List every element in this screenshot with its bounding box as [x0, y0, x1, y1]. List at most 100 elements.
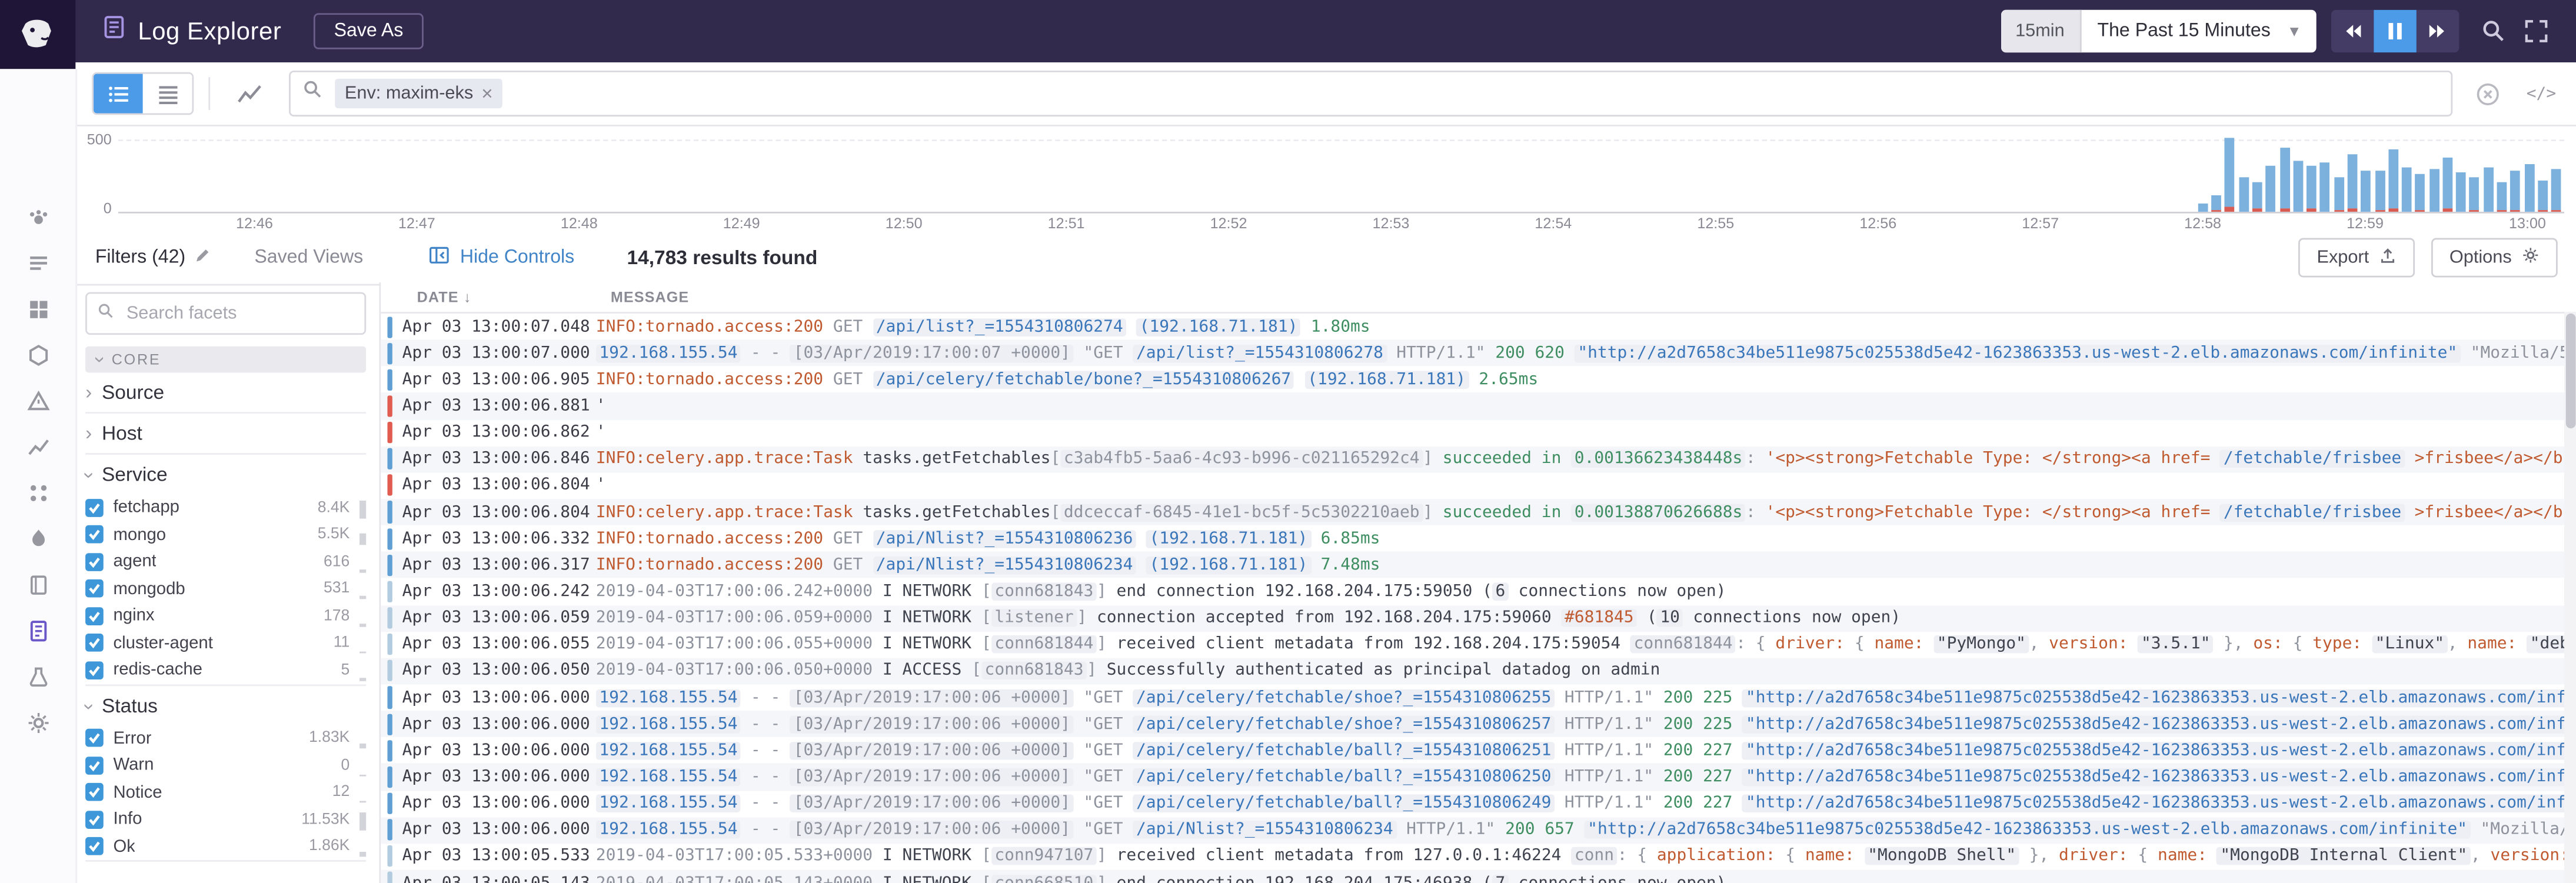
log-row[interactable]: Apr 03 13:00:06.862': [381, 419, 2576, 446]
nav-metrics-icon[interactable]: [0, 424, 75, 469]
log-row[interactable]: Apr 03 13:00:06.804': [381, 472, 2576, 499]
histogram-bar[interactable]: [2415, 174, 2425, 212]
histogram-bar[interactable]: [2388, 149, 2398, 212]
histogram-bar[interactable]: [2211, 195, 2221, 212]
facet-section-host[interactable]: ›Host: [85, 414, 366, 453]
log-row[interactable]: Apr 03 13:00:07.000192.168.155.54 - - [0…: [381, 340, 2576, 366]
nav-logs-icon[interactable]: [0, 607, 75, 653]
facet-section-service[interactable]: ›Service: [85, 455, 366, 494]
histogram-bar[interactable]: [2225, 138, 2235, 212]
histogram-bar[interactable]: [2307, 165, 2317, 212]
log-volume-chart[interactable]: 500 0 12:4612:4712:4812:4912:5012:5112:5…: [75, 126, 2576, 232]
datadog-logo-icon[interactable]: [0, 0, 75, 69]
facet-item-fetchapp[interactable]: fetchapp8.4K: [85, 494, 366, 521]
facet-item-cluster-agent[interactable]: cluster-agent11: [85, 629, 366, 657]
histogram-bar[interactable]: [2375, 171, 2385, 212]
histogram-bar[interactable]: [2402, 167, 2412, 212]
facet-item-mongodb[interactable]: mongodb531: [85, 575, 366, 602]
histogram-bar[interactable]: [2347, 154, 2357, 212]
histogram-bar[interactable]: [2456, 173, 2466, 212]
histogram-bar[interactable]: [2198, 203, 2208, 212]
log-row[interactable]: Apr 03 13:00:06.000192.168.155.54 - - [0…: [381, 684, 2576, 711]
column-header-message[interactable]: MESSAGE: [611, 289, 2576, 305]
histogram-bar[interactable]: [2361, 170, 2371, 212]
checkbox-checked[interactable]: [85, 756, 104, 774]
facet-item-nginx[interactable]: nginx178: [85, 602, 366, 629]
graph-view-button[interactable]: [225, 74, 274, 114]
code-view-icon[interactable]: </>: [2521, 74, 2561, 114]
pause-live-button[interactable]: [2374, 10, 2417, 53]
histogram-bar[interactable]: [2442, 158, 2452, 212]
histogram-bar[interactable]: [2320, 163, 2330, 212]
facet-section-source[interactable]: ›Source: [85, 372, 366, 412]
log-row[interactable]: Apr 03 13:00:07.048INFO:tornado.access:2…: [381, 314, 2576, 340]
fullscreen-icon[interactable]: [2515, 10, 2558, 53]
log-row[interactable]: Apr 03 13:00:06.905INFO:tornado.access:2…: [381, 366, 2576, 393]
log-row[interactable]: Apr 03 13:00:06.881': [381, 393, 2576, 419]
checkbox-checked[interactable]: [85, 553, 104, 571]
histogram-bar[interactable]: [2334, 176, 2344, 212]
log-row[interactable]: Apr 03 13:00:05.1432019-04-03T17:00:05.1…: [381, 870, 2576, 883]
nav-dashboards-icon[interactable]: [0, 285, 75, 331]
log-row[interactable]: Apr 03 13:00:06.000192.168.155.54 - - [0…: [381, 764, 2576, 790]
table-scrollbar[interactable]: [2564, 312, 2576, 883]
facet-item-redis-cache[interactable]: redis-cache5: [85, 657, 366, 684]
histogram-bar[interactable]: [2511, 171, 2521, 212]
scrollbar-thumb[interactable]: [2566, 314, 2576, 428]
checkbox-checked[interactable]: [85, 811, 104, 829]
options-button[interactable]: Options: [2431, 238, 2558, 278]
facet-item-mongo[interactable]: mongo5.5K: [85, 521, 366, 548]
log-row[interactable]: Apr 03 13:00:06.0592019-04-03T17:00:06.0…: [381, 605, 2576, 631]
histogram-bar[interactable]: [2239, 177, 2249, 212]
log-row[interactable]: Apr 03 13:00:06.0502019-04-03T17:00:06.0…: [381, 658, 2576, 684]
remove-tag-icon[interactable]: ×: [481, 82, 493, 105]
histogram-bar[interactable]: [2279, 148, 2289, 212]
nav-watchdog-icon[interactable]: [0, 194, 75, 239]
nav-infrastructure-icon[interactable]: [0, 332, 75, 378]
nav-apm-icon[interactable]: [0, 515, 75, 561]
checkbox-checked[interactable]: [85, 838, 104, 856]
nav-notebooks-icon[interactable]: [0, 561, 75, 607]
facet-item-agent[interactable]: agent616: [85, 548, 366, 575]
search-icon[interactable]: [2472, 10, 2515, 53]
histogram-bar[interactable]: [2551, 169, 2561, 212]
log-row[interactable]: Apr 03 13:00:06.000192.168.155.54 - - [0…: [381, 737, 2576, 764]
log-row[interactable]: Apr 03 13:00:06.2422019-04-03T17:00:06.2…: [381, 578, 2576, 605]
histogram-bar[interactable]: [2538, 180, 2548, 212]
log-row[interactable]: Apr 03 13:00:06.804INFO:celery.app.trace…: [381, 499, 2576, 525]
histogram-bar[interactable]: [2524, 164, 2534, 212]
checkbox-checked[interactable]: [85, 498, 104, 517]
checkbox-checked[interactable]: [85, 661, 104, 679]
histogram-bar[interactable]: [2470, 176, 2480, 212]
facet-item-error[interactable]: Error1.83K: [85, 725, 366, 752]
log-search-input[interactable]: Env: maxim-eks ×: [289, 71, 2452, 116]
log-row[interactable]: Apr 03 13:00:06.317INFO:tornado.access:2…: [381, 552, 2576, 578]
nav-events-icon[interactable]: [0, 239, 75, 285]
edit-pencil-icon[interactable]: [194, 246, 212, 269]
log-row[interactable]: Apr 03 13:00:06.000192.168.155.54 - - [0…: [381, 817, 2576, 844]
clear-search-icon[interactable]: [2467, 74, 2507, 114]
facet-item-warn[interactable]: Warn0: [85, 752, 366, 779]
log-row[interactable]: Apr 03 13:00:06.332INFO:tornado.access:2…: [381, 525, 2576, 552]
facet-item-info[interactable]: Info11.53K: [85, 806, 366, 833]
histogram-bar[interactable]: [2483, 167, 2493, 212]
histogram-bar[interactable]: [2429, 168, 2439, 212]
histogram-bar[interactable]: [2293, 161, 2303, 212]
histogram-bar[interactable]: [2497, 183, 2507, 212]
facet-search-input[interactable]: [123, 302, 354, 325]
log-row[interactable]: Apr 03 13:00:06.846INFO:celery.app.trace…: [381, 446, 2576, 472]
checkbox-checked[interactable]: [85, 580, 104, 598]
search-filter-tag[interactable]: Env: maxim-eks ×: [335, 79, 502, 108]
checkbox-checked[interactable]: [85, 525, 104, 544]
log-row[interactable]: Apr 03 13:00:06.000192.168.155.54 - - [0…: [381, 711, 2576, 737]
facet-item-ok[interactable]: Ok1.86K: [85, 833, 366, 860]
facet-item-notice[interactable]: Notice12: [85, 779, 366, 806]
tab-saved-views[interactable]: Saved Views: [254, 248, 363, 267]
log-row[interactable]: Apr 03 13:00:05.5332019-04-03T17:00:05.5…: [381, 844, 2576, 870]
export-button[interactable]: Export: [2299, 238, 2415, 278]
time-forward-button[interactable]: [2417, 10, 2459, 53]
facet-group-core[interactable]: › CORE: [85, 346, 366, 373]
nav-monitors-icon[interactable]: [0, 378, 75, 424]
time-range-picker[interactable]: 15min The Past 15 Minutes ▼: [2001, 10, 2317, 53]
hide-controls-button[interactable]: Hide Controls: [429, 245, 574, 271]
